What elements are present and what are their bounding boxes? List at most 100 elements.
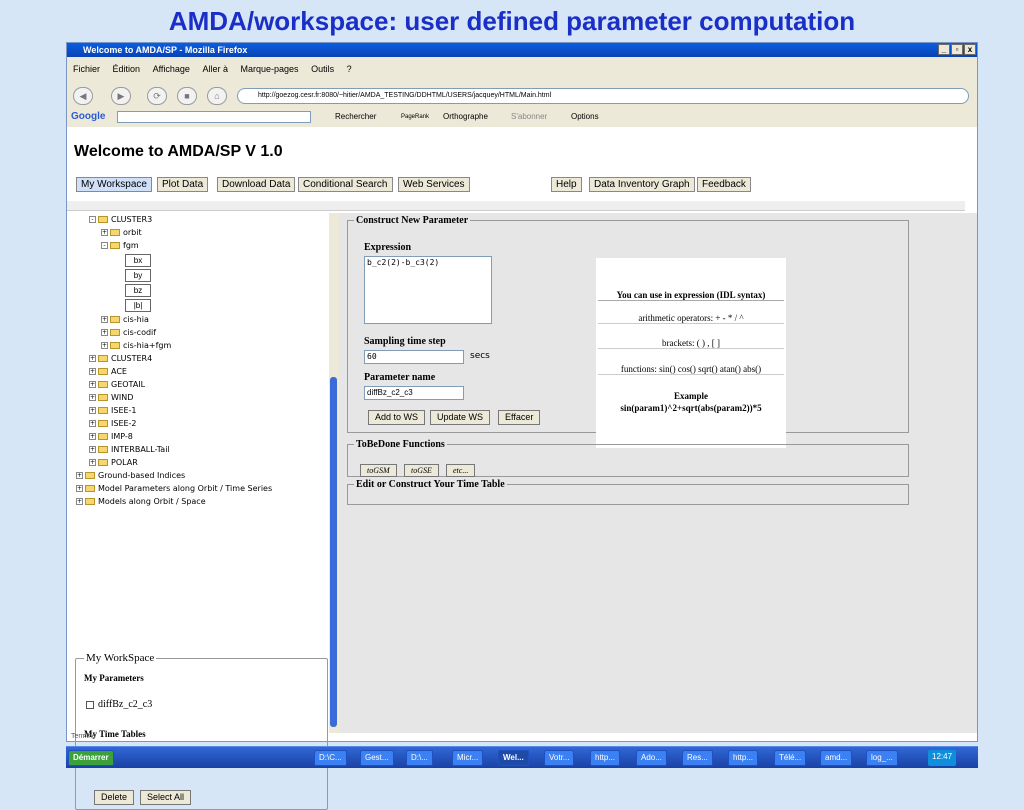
url-bar[interactable]: http://goezog.cesr.fr:8080/~hitier/AMDA_…	[237, 88, 969, 104]
help-functions: functions: sin() cos() sqrt() atan() abs…	[598, 364, 784, 375]
menu-help[interactable]: ?	[347, 64, 352, 74]
menu-outils[interactable]: Outils	[311, 64, 334, 74]
task-item-1[interactable]: D:\C...	[314, 750, 347, 766]
horizontal-scrollbar[interactable]	[67, 201, 965, 211]
param-name-input[interactable]: diffBz_c2_c3	[364, 386, 464, 400]
select-all-button[interactable]: Select All	[140, 790, 192, 805]
my-workspace-legend: My WorkSpace	[84, 652, 157, 664]
tree-item-cis-hia-fgm[interactable]: + cis-hia+fgm	[101, 341, 171, 350]
folder-icon	[110, 242, 120, 249]
tab-plot-data[interactable]: Plot Data	[157, 177, 209, 192]
timetable-legend: Edit or Construct Your Time Table	[356, 479, 505, 490]
home-button[interactable]: ⌂	[207, 87, 227, 105]
expression-input[interactable]: b_c2(2)-b_c3(2)	[364, 256, 492, 324]
construct-legend: Construct New Parameter	[356, 215, 469, 226]
window-titlebar: Welcome to AMDA/SP - Mozilla Firefox _ ▫…	[67, 43, 977, 57]
task-item-12[interactable]: amd...	[820, 750, 853, 766]
leaf-by[interactable]: by	[125, 269, 151, 282]
orthographe-button[interactable]: Orthographe	[443, 109, 488, 125]
tree-item-geotail[interactable]: + GEOTAIL	[89, 380, 145, 389]
tab-web-services[interactable]: Web Services	[398, 177, 470, 192]
back-button[interactable]: ◀	[73, 87, 93, 105]
tree-item-cluster4[interactable]: + CLUSTER4	[89, 354, 152, 363]
forward-button[interactable]: ▶	[111, 87, 131, 105]
menu-fichier[interactable]: Fichier	[73, 64, 100, 74]
tab-data-inventory-graph[interactable]: Data Inventory Graph	[589, 177, 695, 192]
task-item-5[interactable]: Wel...	[498, 750, 529, 766]
close-button[interactable]: x	[964, 44, 976, 55]
tree-item-cluster3[interactable]: - CLUSTER3	[89, 215, 152, 224]
tree-item-model-params[interactable]: + Model Parameters along Orbit / Time Ser…	[76, 484, 272, 493]
tree-item-isee2[interactable]: + ISEE-2	[89, 419, 137, 428]
add-to-ws-button[interactable]: Add to WS	[368, 410, 426, 425]
task-item-10[interactable]: http...	[728, 750, 759, 766]
tree-item-ace[interactable]: + ACE	[89, 367, 127, 376]
tree-item-interball[interactable]: + INTERBALL-Tail	[89, 445, 170, 454]
tab-feedback[interactable]: Feedback	[697, 177, 751, 192]
tree-item-orbit[interactable]: + orbit	[101, 228, 142, 237]
window-title: Welcome to AMDA/SP - Mozilla Firefox	[83, 45, 248, 55]
google-search-button[interactable]: Rechercher	[335, 109, 376, 125]
options-button[interactable]: Options	[571, 109, 599, 125]
etc-button[interactable]: etc...	[446, 464, 476, 477]
tree-item-cis-hia[interactable]: + cis-hia	[101, 315, 149, 324]
subscribe-button[interactable]: S'abonner	[511, 109, 547, 125]
tree-item-wind[interactable]: + WIND	[89, 393, 133, 402]
folder-icon	[98, 459, 108, 466]
param-checkbox[interactable]	[86, 701, 94, 709]
folder-icon	[98, 446, 108, 453]
maximize-button[interactable]: ▫	[951, 44, 963, 55]
menu-edition[interactable]: Édition	[113, 64, 141, 74]
reload-button[interactable]: ⟳	[147, 87, 167, 105]
tobedone-legend: ToBeDone Functions	[356, 439, 445, 450]
tree-scrollbar-thumb[interactable]	[330, 377, 337, 727]
togse-button[interactable]: toGSE	[404, 464, 439, 477]
minimize-button[interactable]: _	[938, 44, 950, 55]
menu-marque-pages[interactable]: Marque-pages	[241, 64, 299, 74]
delete-button[interactable]: Delete	[94, 790, 135, 805]
task-item-11[interactable]: Télé...	[774, 750, 807, 766]
leaf-bz[interactable]: bz	[125, 284, 151, 297]
update-ws-button[interactable]: Update WS	[430, 410, 491, 425]
page-header: Welcome to AMDA/SP V 1.0 My Workspace Pl…	[67, 127, 965, 199]
google-search-input[interactable]	[117, 111, 311, 123]
browser-window: Welcome to AMDA/SP - Mozilla Firefox _ ▫…	[66, 42, 978, 810]
tab-my-workspace[interactable]: My Workspace	[76, 177, 152, 192]
task-item-7[interactable]: http...	[590, 750, 621, 766]
effacer-button[interactable]: Effacer	[498, 410, 541, 425]
construct-panel: Construct New Parameter Expression b_c2(…	[347, 215, 909, 448]
tab-download-data[interactable]: Download Data	[217, 177, 296, 192]
tab-conditional-search[interactable]: Conditional Search	[298, 177, 393, 192]
task-item-2[interactable]: Gest...	[360, 750, 394, 766]
tab-help[interactable]: Help	[551, 177, 582, 192]
folder-icon	[110, 229, 120, 236]
leaf-bx[interactable]: bx	[125, 254, 151, 267]
folder-icon	[110, 329, 120, 336]
tree-item-ground-indices[interactable]: + Ground-based Indices	[76, 471, 185, 480]
task-item-4[interactable]: Micr...	[452, 750, 484, 766]
folder-icon	[98, 355, 108, 362]
menu-affichage[interactable]: Affichage	[153, 64, 190, 74]
tree-item-fgm[interactable]: - fgm	[101, 241, 139, 250]
my-parameters-title: My Parameters	[84, 673, 144, 683]
start-button[interactable]: Démarrer	[68, 750, 114, 766]
page-content: Welcome to AMDA/SP V 1.0 My Workspace Pl…	[67, 127, 977, 810]
tree-item-imp8[interactable]: + IMP-8	[89, 432, 133, 441]
stop-button[interactable]: ■	[177, 87, 197, 105]
togsm-button[interactable]: toGSM	[360, 464, 397, 477]
leaf-b[interactable]: |b|	[125, 299, 151, 312]
task-item-13[interactable]: log_...	[866, 750, 898, 766]
task-item-9[interactable]: Res...	[682, 750, 713, 766]
task-item-3[interactable]: D:\...	[406, 750, 433, 766]
sampling-unit: secs	[470, 351, 490, 361]
menu-aller[interactable]: Aller à	[202, 64, 228, 74]
tree-item-isee1[interactable]: + ISEE-1	[89, 406, 137, 415]
tree-item-polar[interactable]: + POLAR	[89, 458, 138, 467]
tree-item-models-space[interactable]: + Models along Orbit / Space	[76, 497, 206, 506]
tree-item-cis-codif[interactable]: + cis-codif	[101, 328, 156, 337]
task-item-8[interactable]: Ado...	[636, 750, 667, 766]
param-name: diffBz_c2_c3	[98, 699, 153, 710]
sampling-input[interactable]: 60	[364, 350, 464, 364]
task-item-6[interactable]: Votr...	[544, 750, 575, 766]
help-arith: arithmetic operators: + - * / ^	[598, 313, 784, 324]
